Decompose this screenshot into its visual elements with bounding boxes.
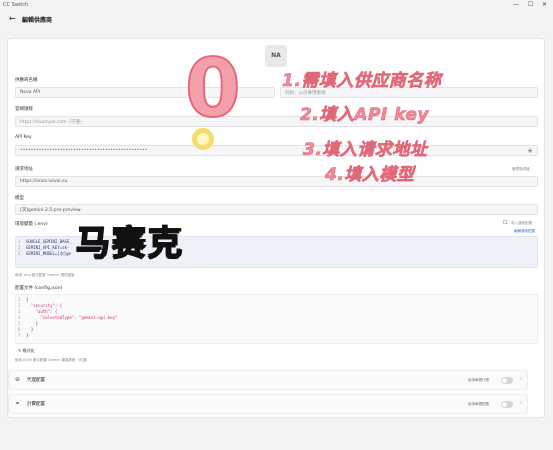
config-editor[interactable]: 1 { 2 "security": { 3 "auth": { 4 "select… — [15, 294, 538, 344]
line-number: 4 — [18, 315, 21, 320]
mosaic-text: 马赛克 — [75, 223, 183, 263]
code-line: GEMINI_MODEL=[次]ge — [26, 251, 71, 256]
code-line: "security": { — [26, 303, 63, 308]
format-button[interactable]: ✎ 格式化 — [18, 348, 35, 354]
annotation-step2: 2.填入API key — [300, 105, 429, 126]
row-title: 代理配置 — [27, 378, 45, 383]
line-number: 2 — [18, 303, 21, 308]
app-name: CC Switch — [3, 2, 29, 8]
code-line: GEMINI_API_KEY=sk- — [26, 245, 70, 250]
chevron-right-icon[interactable]: › — [520, 376, 522, 382]
billing-config-row[interactable]: ⚭ 計費配置 使用單獨配置 › — [8, 394, 528, 414]
link-icon: ⚭ — [15, 400, 21, 407]
code-line: { — [26, 297, 29, 302]
eye-icon[interactable]: ◉ — [528, 148, 532, 154]
page-title: 編輯供應商 — [22, 17, 53, 24]
globe-icon: ⊕ — [15, 376, 21, 383]
row-title: 計費配置 — [27, 402, 45, 407]
name-label: 供應商名稱 — [15, 78, 38, 83]
endpoint-input[interactable]: https://once.novai.su — [15, 176, 538, 187]
code-line: } — [26, 327, 34, 332]
line-number: 7 — [18, 333, 21, 338]
row-status: 使用單獨代理 — [468, 378, 489, 382]
code-line: } — [26, 321, 39, 326]
annotation-zero: 0 — [184, 41, 242, 136]
model-input[interactable]: [次]gemini-2.5-pro-preview — [15, 204, 538, 215]
code-line: } — [26, 333, 29, 338]
minimize-button[interactable]: — — [513, 1, 519, 8]
line-number: 1 — [18, 297, 21, 302]
proxy-config-row[interactable]: ⊕ 代理配置 使用單獨代理 › — [8, 370, 528, 390]
annotation-step3: 3.填入请求地址 — [303, 140, 428, 161]
code-line: "auth": { — [26, 309, 58, 314]
model-label: 模型 — [15, 196, 24, 201]
website-input[interactable]: https://example.com（可選） — [15, 116, 538, 127]
endpoint-label: 請求地址 — [15, 167, 33, 172]
annotation-step4: 4.填入模型 — [325, 165, 415, 186]
annotation-yellow-circle — [192, 128, 214, 150]
line-number: 3 — [18, 309, 21, 314]
provider-logo-placeholder[interactable]: NA — [265, 45, 287, 67]
format-button-label: 格式化 — [22, 348, 35, 353]
close-button[interactable]: ✕ — [542, 1, 547, 8]
title-bar: CC Switch — ☐ ✕ — [0, 0, 553, 10]
billing-toggle[interactable] — [501, 401, 513, 408]
line-number: 3 — [18, 251, 21, 256]
env-label: 環境變量 (.env) — [15, 222, 48, 227]
proxy-toggle[interactable] — [501, 377, 513, 384]
api-key-input[interactable]: ••••••••••••••••••••••••••••••••••••••••… — [15, 145, 538, 156]
env-hint: 使用 .env 格式配置 Gemini 環境變量 — [15, 273, 75, 277]
line-number: 5 — [18, 321, 21, 326]
chevron-right-icon[interactable]: › — [520, 400, 522, 406]
api-key-label: API Key — [15, 135, 32, 140]
page-header: ← 編輯供應商 — [0, 10, 553, 28]
line-number: 6 — [18, 327, 21, 332]
config-hint: 使用 JSON 格式配置 Gemini 擴展參數（可選） — [15, 358, 90, 362]
annotation-step1: 1.需填入供应商名称 — [282, 71, 442, 92]
line-number: 2 — [18, 245, 21, 250]
config-label: 配置文件 (config.json) — [15, 286, 63, 291]
website-label: 官網鏈接 — [15, 107, 33, 112]
arrow-left-icon[interactable]: ← — [9, 14, 16, 23]
code-line: "selectedType": "gemini-api-key" — [26, 315, 118, 320]
row-status: 使用單獨配置 — [468, 402, 489, 406]
code-line: GOOGLE_GEMINI_BASE_ — [26, 239, 72, 244]
common-config-checkbox-label: 寫入通用配置 — [511, 221, 532, 225]
maximize-button[interactable]: ☐ — [528, 1, 533, 8]
speedtest-link[interactable]: 管理與測速 — [512, 167, 530, 172]
common-config-checkbox[interactable]: ☐ — [503, 220, 507, 226]
mosaic-watermark: 马赛克 — [75, 215, 183, 264]
edit-common-config-link[interactable]: 編輯通用配置 — [514, 229, 535, 234]
line-number: 1 — [18, 239, 21, 244]
